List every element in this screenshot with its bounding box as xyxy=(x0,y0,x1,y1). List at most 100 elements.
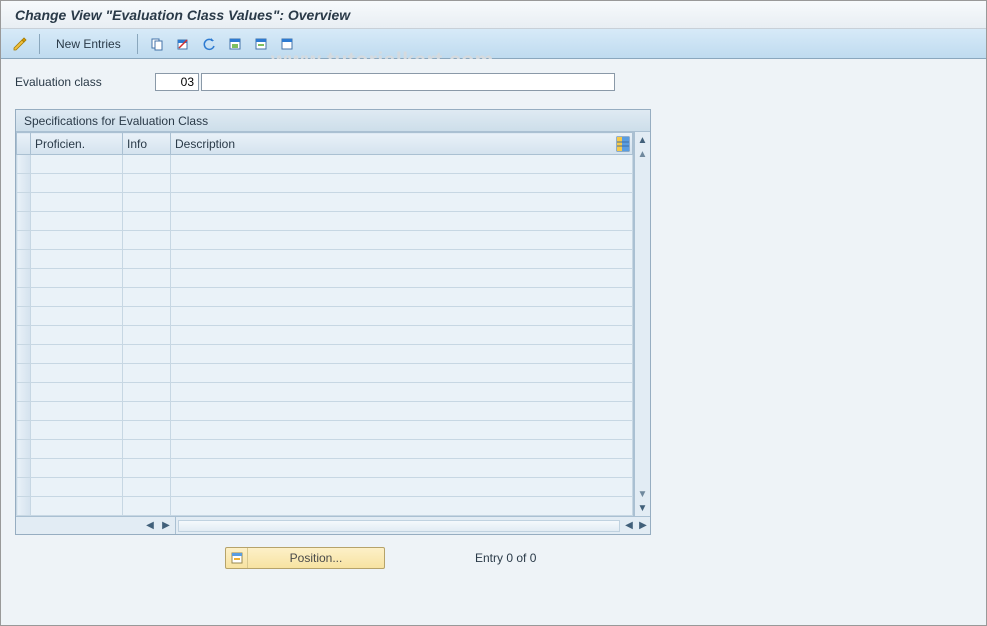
column-info[interactable]: Info xyxy=(123,133,171,155)
cell[interactable] xyxy=(171,345,633,364)
row-selector[interactable] xyxy=(17,440,31,459)
undo-change-icon[interactable] xyxy=(198,33,220,55)
cell[interactable] xyxy=(171,212,633,231)
select-all-icon[interactable] xyxy=(224,33,246,55)
row-selector[interactable] xyxy=(17,231,31,250)
cell[interactable] xyxy=(171,174,633,193)
column-description[interactable]: Description xyxy=(171,133,633,155)
cell[interactable] xyxy=(123,288,171,307)
cell[interactable] xyxy=(171,155,633,174)
row-selector[interactable] xyxy=(17,155,31,174)
table-row[interactable] xyxy=(17,345,633,364)
table-row[interactable] xyxy=(17,383,633,402)
table-row[interactable] xyxy=(17,326,633,345)
cell[interactable] xyxy=(123,155,171,174)
cell[interactable] xyxy=(123,212,171,231)
select-block-icon[interactable] xyxy=(250,33,272,55)
table-row[interactable] xyxy=(17,288,633,307)
cell[interactable] xyxy=(171,193,633,212)
deselect-all-icon[interactable] xyxy=(276,33,298,55)
table-row[interactable] xyxy=(17,421,633,440)
cell[interactable] xyxy=(123,307,171,326)
table-settings-icon[interactable] xyxy=(615,135,631,153)
scroll-right-icon[interactable]: ▶ xyxy=(636,519,650,533)
horizontal-scrollbar[interactable]: ◀ ▶ ◀ ▶ xyxy=(16,516,650,534)
table-row[interactable] xyxy=(17,364,633,383)
cell[interactable] xyxy=(31,402,123,421)
table-row[interactable] xyxy=(17,459,633,478)
table-row[interactable] xyxy=(17,155,633,174)
table-row[interactable] xyxy=(17,440,633,459)
cell[interactable] xyxy=(31,212,123,231)
table-row[interactable] xyxy=(17,174,633,193)
cell[interactable] xyxy=(31,459,123,478)
cell[interactable] xyxy=(171,326,633,345)
cell[interactable] xyxy=(171,231,633,250)
cell[interactable] xyxy=(31,364,123,383)
cell[interactable] xyxy=(123,478,171,497)
row-selector[interactable] xyxy=(17,250,31,269)
cell[interactable] xyxy=(123,250,171,269)
table-row[interactable] xyxy=(17,307,633,326)
vertical-scrollbar[interactable]: ▲ ▲ ▼ ▼ xyxy=(634,132,650,516)
table-row[interactable] xyxy=(17,193,633,212)
cell[interactable] xyxy=(31,440,123,459)
cell[interactable] xyxy=(123,440,171,459)
evaluation-class-code-input[interactable] xyxy=(155,73,199,91)
cell[interactable] xyxy=(123,174,171,193)
cell[interactable] xyxy=(31,231,123,250)
toggle-display-change-icon[interactable] xyxy=(9,33,31,55)
cell[interactable] xyxy=(123,421,171,440)
cell[interactable] xyxy=(31,174,123,193)
cell[interactable] xyxy=(31,269,123,288)
cell[interactable] xyxy=(171,459,633,478)
scroll-up-icon[interactable]: ▲ xyxy=(635,146,650,162)
table-row[interactable] xyxy=(17,212,633,231)
cell[interactable] xyxy=(123,345,171,364)
scroll-down-icon[interactable]: ▼ xyxy=(635,500,650,516)
position-button[interactable]: Position... xyxy=(225,547,385,569)
column-proficiency[interactable]: Proficien. xyxy=(31,133,123,155)
table-row[interactable] xyxy=(17,497,633,516)
table-row[interactable] xyxy=(17,269,633,288)
table-row[interactable] xyxy=(17,402,633,421)
cell[interactable] xyxy=(31,193,123,212)
cell[interactable] xyxy=(123,231,171,250)
cell[interactable] xyxy=(123,383,171,402)
cell[interactable] xyxy=(171,497,633,516)
row-selector[interactable] xyxy=(17,345,31,364)
cell[interactable] xyxy=(123,497,171,516)
row-selector[interactable] xyxy=(17,288,31,307)
cell[interactable] xyxy=(31,478,123,497)
scroll-left-icon[interactable]: ◀ xyxy=(622,519,636,533)
cell[interactable] xyxy=(31,497,123,516)
cell[interactable] xyxy=(171,269,633,288)
cell[interactable] xyxy=(171,383,633,402)
cell[interactable] xyxy=(171,288,633,307)
cell[interactable] xyxy=(123,193,171,212)
row-selector[interactable] xyxy=(17,497,31,516)
cell[interactable] xyxy=(123,269,171,288)
cell[interactable] xyxy=(31,288,123,307)
cell[interactable] xyxy=(31,421,123,440)
row-selector[interactable] xyxy=(17,269,31,288)
row-selector[interactable] xyxy=(17,402,31,421)
cell[interactable] xyxy=(171,250,633,269)
cell[interactable] xyxy=(171,478,633,497)
cell[interactable] xyxy=(123,326,171,345)
scroll-right-icon[interactable]: ▶ xyxy=(159,519,173,533)
delete-icon[interactable] xyxy=(172,33,194,55)
row-selector[interactable] xyxy=(17,421,31,440)
cell[interactable] xyxy=(171,421,633,440)
cell[interactable] xyxy=(31,383,123,402)
row-selector-header[interactable] xyxy=(17,133,31,155)
row-selector[interactable] xyxy=(17,364,31,383)
evaluation-class-desc-input[interactable] xyxy=(201,73,615,91)
table-row[interactable] xyxy=(17,250,633,269)
cell[interactable] xyxy=(31,345,123,364)
cell[interactable] xyxy=(31,250,123,269)
row-selector[interactable] xyxy=(17,478,31,497)
table-row[interactable] xyxy=(17,478,633,497)
row-selector[interactable] xyxy=(17,193,31,212)
new-entries-button[interactable]: New Entries xyxy=(48,33,129,55)
